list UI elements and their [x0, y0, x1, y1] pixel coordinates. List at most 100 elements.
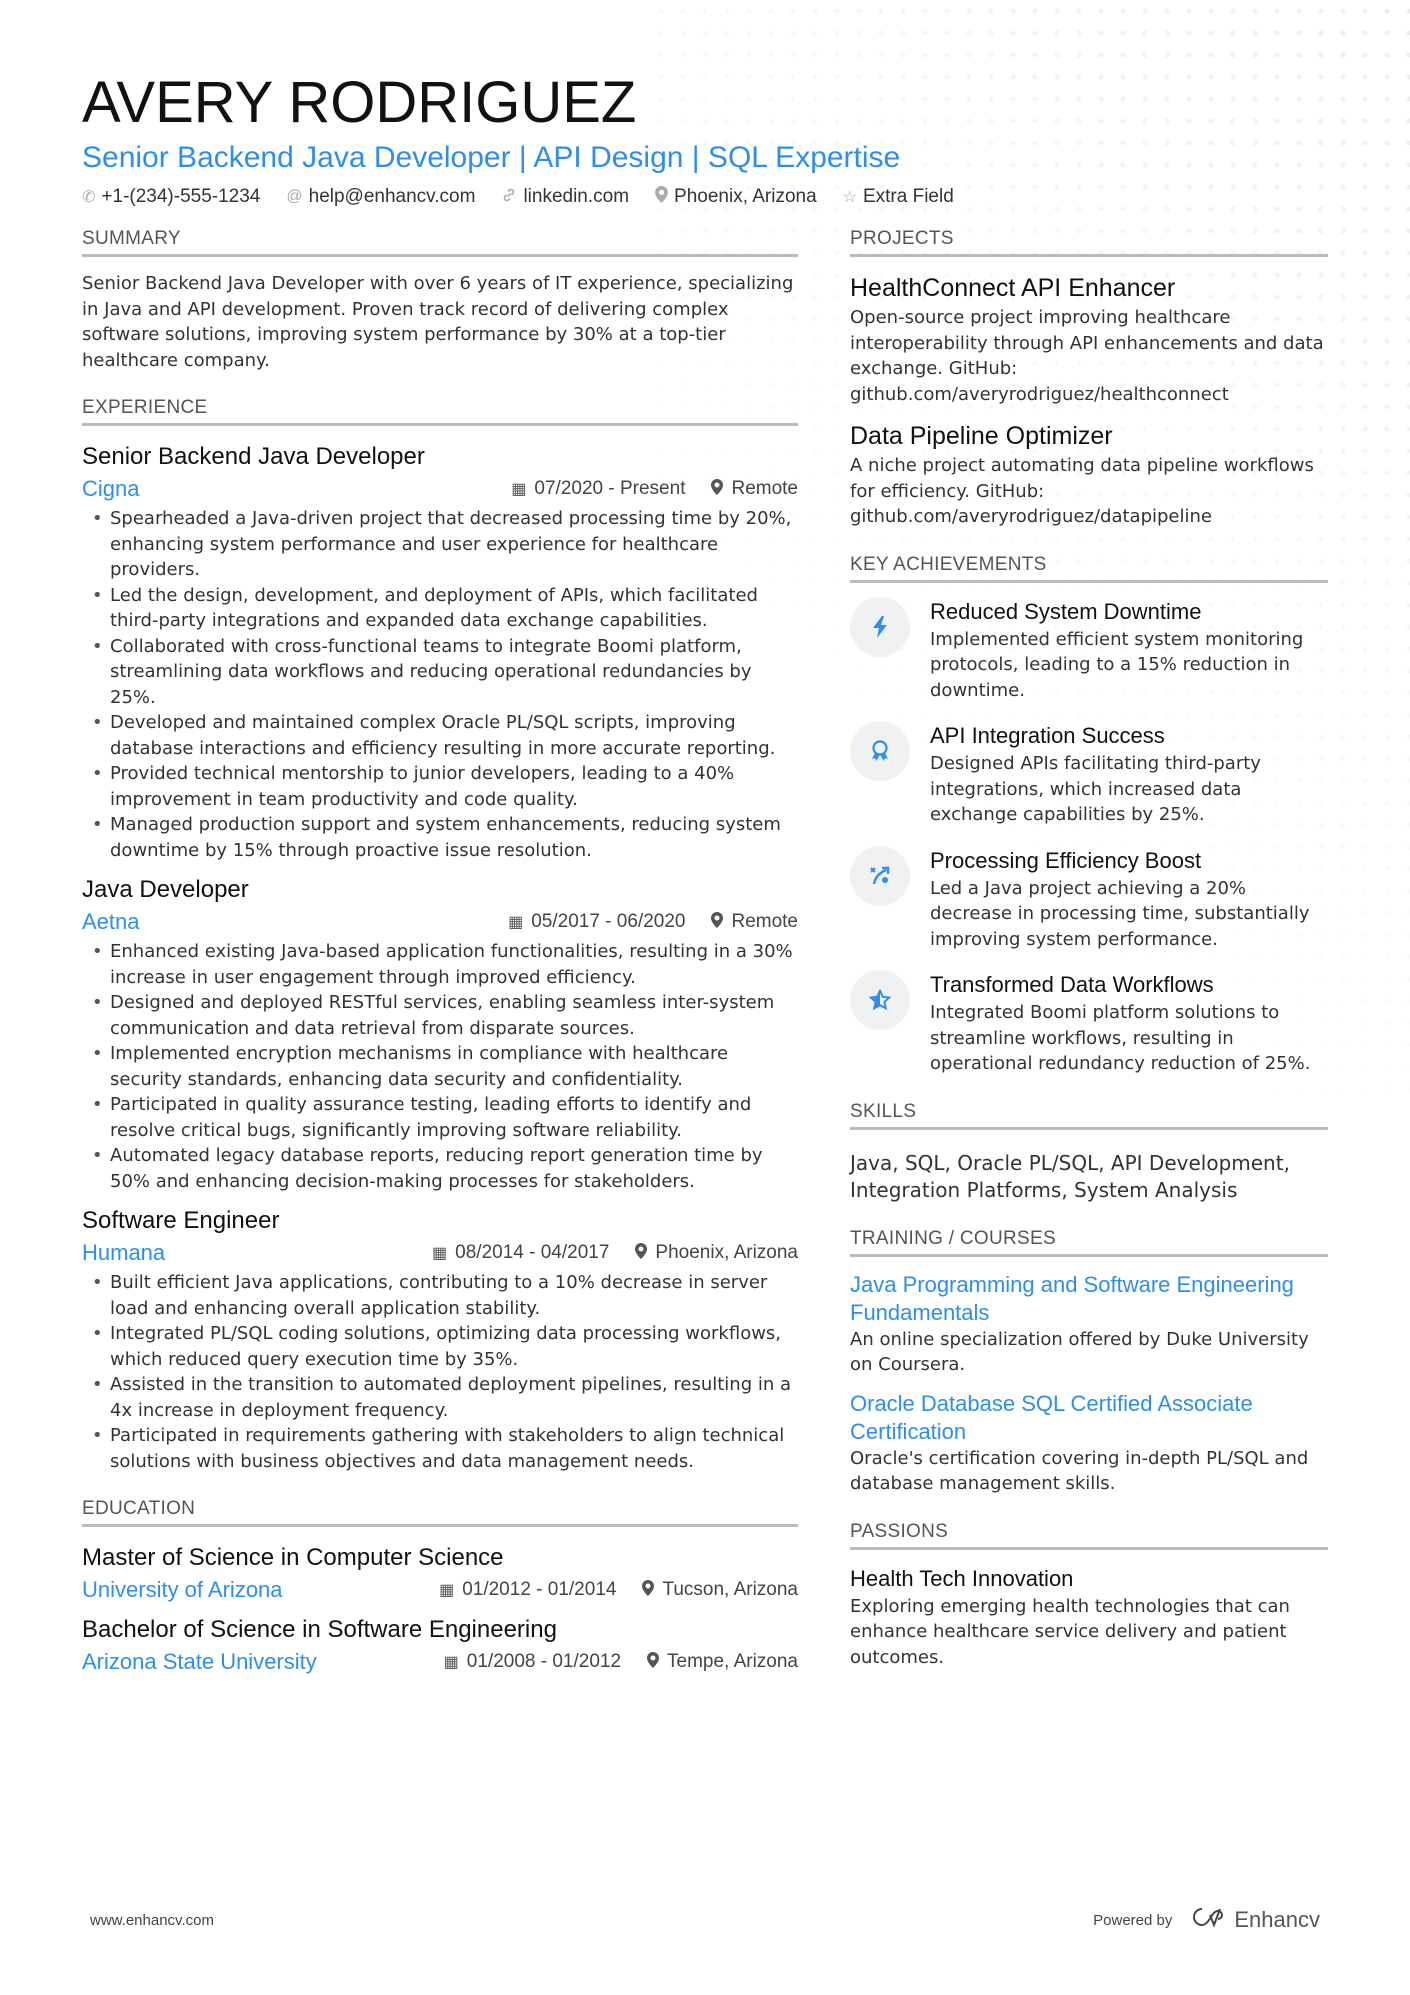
bullet-item: Managed production support and system en…	[82, 812, 798, 863]
course-title[interactable]: Oracle Database SQL Certified Associate …	[850, 1390, 1328, 1446]
education-meta-right: ▦ 01/2012 - 01/2014 Tucson, Arizona	[439, 1579, 798, 1601]
summary-section: SUMMARY Senior Backend Java Developer wi…	[82, 228, 798, 373]
job-entry: Java Developer Aetna ▦ 05/2017 - 06/2020 …	[82, 873, 798, 1194]
job-title: Senior Backend Java Developer	[82, 443, 425, 470]
projects-section: PROJECTS HealthConnect API Enhancer Open…	[850, 228, 1328, 530]
education-section: EDUCATION Master of Science in Computer …	[82, 1498, 798, 1675]
course-title[interactable]: Java Programming and Software Engineerin…	[850, 1271, 1328, 1327]
project-title: HealthConnect API Enhancer	[850, 274, 1176, 302]
star-half-icon	[850, 970, 910, 1030]
achievement-body: Reduced System Downtime Implemented effi…	[930, 597, 1328, 704]
powered-by-label: Powered by	[1093, 1911, 1173, 1929]
degree-title: Master of Science in Computer Science	[82, 1544, 504, 1571]
bullet-item: Designed and deployed RESTful services, …	[82, 990, 798, 1041]
strategy-arrow-icon	[850, 845, 910, 906]
job-entry: Senior Backend Java Developer Cigna ▦ 07/…	[82, 440, 798, 863]
contact-phone-text: +1-(234)-555-1234	[101, 186, 261, 207]
education-location: Tucson, Arizona	[642, 1579, 798, 1601]
section-title: SUMMARY	[82, 228, 798, 257]
achievement-title: Reduced System Downtime	[930, 598, 1202, 624]
contact-location-text: Phoenix, Arizona	[674, 186, 817, 207]
contact-linkedin[interactable]: linkedin.com	[501, 186, 629, 208]
section-title: EDUCATION	[82, 1498, 798, 1527]
company-name: Cigna	[82, 476, 140, 501]
bullet-item: Built efficient Java applications, contr…	[82, 1270, 798, 1321]
achievements-section: KEY ACHIEVEMENTS Reduced System Downtime…	[850, 554, 1328, 1077]
course-entry: Java Programming and Software Engineerin…	[850, 1271, 1328, 1378]
enhancv-brand-text: Enhancv	[1234, 1907, 1320, 1932]
phone-icon: ✆	[82, 189, 96, 206]
skills-text: Java, SQL, Oracle PL/SQL, API Developmen…	[850, 1150, 1290, 1202]
job-meta-right: ▦ 05/2017 - 06/2020 Remote	[508, 911, 798, 933]
course-description: An online specialization offered by Duke…	[850, 1328, 1309, 1376]
education-meta-right: ▦ 01/2008 - 01/2012 Tempe, Arizona	[444, 1651, 798, 1673]
calendar-icon: ▦	[432, 1245, 448, 1262]
bullet-item: Enhanced existing Java-based application…	[82, 939, 798, 990]
project-entry: HealthConnect API Enhancer Open-source p…	[850, 271, 1328, 407]
resume-header: AVERY RODRIGUEZ Senior Backend Java Deve…	[82, 0, 1328, 208]
footer-website-link[interactable]: www.enhancv.com	[90, 1912, 214, 1929]
contact-location: Phoenix, Arizona	[655, 186, 817, 208]
job-meta: Aetna ▦ 05/2017 - 06/2020 Remote	[82, 909, 798, 935]
contact-row: ✆ +1-(234)-555-1234 @ help@enhancv.com l…	[82, 186, 1328, 208]
bullet-item: Provided technical mentorship to junior …	[82, 761, 798, 812]
project-entry: Data Pipeline Optimizer A niche project …	[850, 419, 1328, 530]
achievement-body: API Integration Success Designed APIs fa…	[930, 721, 1328, 828]
location-icon	[655, 186, 668, 208]
job-location-text: Phoenix, Arizona	[655, 1242, 798, 1263]
contact-email-text: help@enhancv.com	[308, 186, 476, 207]
course-description: Oracle's certification covering in-depth…	[850, 1447, 1309, 1495]
achievement-entry: API Integration Success Designed APIs fa…	[850, 721, 1328, 828]
company-name: Aetna	[82, 909, 140, 934]
job-meta: Humana ▦ 08/2014 - 04/2017 Phoenix, Arizo…	[82, 1240, 798, 1266]
calendar-icon: ▦	[508, 914, 524, 931]
enhancv-brand[interactable]: Enhancv	[1190, 1906, 1320, 1934]
job-meta: Cigna ▦ 07/2020 - Present Remote	[82, 476, 798, 502]
bullet-item: Implemented encryption mechanisms in com…	[82, 1041, 798, 1092]
training-section: TRAINING / COURSES Java Programming and …	[850, 1228, 1328, 1497]
contact-email[interactable]: @ help@enhancv.com	[286, 186, 475, 208]
achievement-body: Processing Efficiency Boost Led a Java p…	[930, 846, 1328, 953]
bullet-item: Developed and maintained complex Oracle …	[82, 710, 798, 761]
achievement-title: API Integration Success	[930, 723, 1165, 748]
degree-title: Bachelor of Science in Software Engineer…	[82, 1616, 557, 1643]
passions-section: PASSIONS Health Tech Innovation Explorin…	[850, 1521, 1328, 1671]
achievement-text: Integrated Boomi platform solutions to s…	[930, 1002, 1311, 1074]
lightning-icon	[850, 596, 910, 657]
job-bullets: Enhanced existing Java-based application…	[82, 939, 798, 1194]
experience-section: EXPERIENCE Senior Backend Java Developer…	[82, 397, 798, 1474]
resume-page: AVERY RODRIGUEZ Senior Backend Java Deve…	[0, 0, 1410, 1699]
bullet-item: Automated legacy database reports, reduc…	[82, 1143, 798, 1194]
achievement-text: Designed APIs facilitating third-party i…	[930, 753, 1261, 825]
section-title: SKILLS	[850, 1101, 1328, 1130]
star-icon: ☆	[842, 189, 857, 206]
location-icon	[711, 478, 724, 500]
contact-phone[interactable]: ✆ +1-(234)-555-1234	[82, 186, 260, 208]
award-ribbon-icon	[850, 721, 910, 781]
school-name: University of Arizona	[82, 1577, 283, 1602]
contact-linkedin-text: linkedin.com	[523, 186, 630, 207]
education-meta: University of Arizona ▦ 01/2012 - 01/2014…	[82, 1577, 798, 1603]
candidate-tagline: Senior Backend Java Developer | API Desi…	[82, 141, 901, 174]
job-location: Remote	[711, 478, 798, 500]
achievement-entry: Reduced System Downtime Implemented effi…	[850, 596, 1328, 704]
job-dates: ▦ 08/2014 - 04/2017	[432, 1242, 609, 1264]
section-title: TRAINING / COURSES	[850, 1228, 1328, 1257]
job-dates: ▦ 07/2020 - Present	[511, 478, 685, 500]
job-location: Remote	[711, 911, 798, 933]
powered-by: Powered by Enhancv	[1093, 1906, 1320, 1934]
job-location: Phoenix, Arizona	[635, 1242, 798, 1264]
company-name: Humana	[82, 1240, 166, 1265]
education-location-text: Tucson, Arizona	[662, 1579, 798, 1600]
calendar-icon: ▦	[443, 1654, 459, 1671]
education-entry: Master of Science in Computer Science Un…	[82, 1541, 798, 1603]
school-name: Arizona State University	[82, 1649, 317, 1674]
job-meta-right: ▦ 07/2020 - Present Remote	[511, 478, 798, 500]
calendar-icon: ▦	[511, 481, 527, 498]
section-title: PASSIONS	[850, 1521, 1328, 1550]
at-icon: @	[286, 188, 303, 205]
bullet-item: Participated in requirements gathering w…	[82, 1423, 798, 1474]
skills-section: SKILLS Java, SQL, Oracle PL/SQL, API Dev…	[850, 1101, 1328, 1204]
job-bullets: Built efficient Java applications, contr…	[82, 1270, 798, 1474]
bullet-item: Collaborated with cross-functional teams…	[82, 634, 798, 711]
